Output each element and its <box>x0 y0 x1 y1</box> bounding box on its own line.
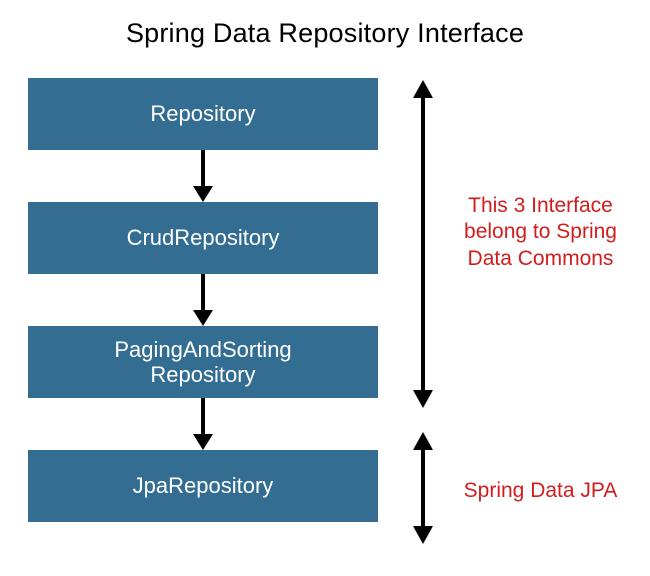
box-crud-repository: CrudRepository <box>28 202 378 274</box>
box-repository: Repository <box>28 78 378 150</box>
hierarchy-column: Repository CrudRepository PagingAndSorti… <box>28 78 378 522</box>
arrow-down-icon <box>188 398 218 450</box>
box-jpa-repository: JpaRepository <box>28 450 378 522</box>
annotation-spring-data-jpa: Spring Data JPA <box>448 478 633 504</box>
arrow-down-icon <box>188 150 218 202</box>
bracket-arrow-jpa-icon <box>408 432 438 544</box>
arrow-down-icon <box>188 274 218 326</box>
box-paging-sorting-repository: PagingAndSortingRepository <box>28 326 378 398</box>
diagram-title: Spring Data Repository Interface <box>0 18 650 49</box>
bracket-arrow-commons-icon <box>408 80 438 408</box>
annotation-spring-data-commons: This 3 Interface belong to Spring Data C… <box>448 193 633 272</box>
